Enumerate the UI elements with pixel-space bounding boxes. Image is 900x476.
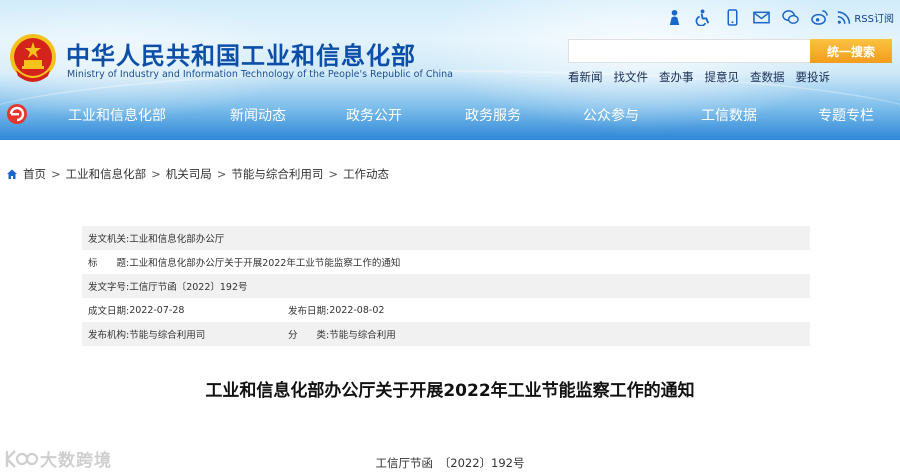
breadcrumb-departments[interactable]: 机关司局	[166, 166, 212, 182]
site-header: 中华人民共和国工业和信息化部 Ministry of Industry and …	[0, 0, 900, 140]
info-row-title: 标 题: 工业和信息化部办公厅关于开展2022年工业节能监察工作的通知	[82, 250, 810, 274]
breadcrumb-energy-dept[interactable]: 节能与综合利用司	[231, 166, 323, 182]
rss-icon[interactable]	[837, 8, 851, 26]
wechat-icon[interactable]	[780, 8, 800, 26]
document-info-table: 发文机关: 工业和信息化部办公厅 标 题: 工业和信息化部办公厅关于开展2022…	[82, 226, 810, 346]
issuer-value: 工业和信息化部办公厅	[129, 234, 225, 245]
info-row-issuer: 发文机关: 工业和信息化部办公厅	[82, 226, 810, 250]
quick-link-complaint[interactable]: 要投诉	[796, 69, 831, 85]
site-subtitle: Ministry of Industry and Information Tec…	[67, 69, 453, 80]
published-date-value: 2022-08-02	[329, 304, 385, 316]
created-date-label: 成文日期:	[88, 306, 130, 317]
site-logo-icon[interactable]	[6, 103, 28, 125]
nav-item-news[interactable]: 新闻动态	[230, 105, 286, 125]
home-icon[interactable]	[6, 168, 18, 180]
breadcrumb-miit[interactable]: 工业和信息化部	[66, 166, 147, 182]
info-row-dates: 成文日期: 2022-07-28 发布日期: 2022-08-02	[82, 298, 810, 322]
quick-link-services[interactable]: 查办事	[659, 69, 694, 85]
accessibility-icon[interactable]	[693, 8, 713, 26]
breadcrumb-separator: >	[151, 167, 161, 181]
elderly-mode-icon[interactable]	[664, 8, 684, 26]
category-value: 节能与综合利用	[329, 330, 396, 341]
published-date-label: 发布日期:	[288, 306, 330, 317]
breadcrumb-separator: >	[328, 167, 339, 181]
quick-link-files[interactable]: 找文件	[614, 69, 649, 85]
watermark: 大数跨境	[4, 446, 112, 471]
rss-link[interactable]: RSS订阅	[854, 10, 894, 25]
info-row-org: 发布机构: 节能与综合利用司 分 类: 节能与综合利用	[82, 322, 810, 346]
quick-link-feedback[interactable]: 提意见	[705, 69, 740, 85]
watermark-text: 大数跨境	[40, 451, 112, 471]
nav-item-public-participation[interactable]: 公众参与	[583, 105, 639, 125]
title-value: 工业和信息化部办公厅关于开展2022年工业节能监察工作的通知	[129, 258, 401, 269]
main-nav: 工业和信息化部 新闻动态 政务公开 政务服务 公众参与 工信数据 专题专栏	[0, 99, 900, 131]
weibo-icon[interactable]	[809, 8, 829, 26]
docno-value: 工信厅节函〔2022〕192号	[129, 282, 248, 293]
search-input[interactable]	[568, 39, 811, 63]
issuer-label: 发文机关:	[88, 234, 130, 245]
quick-links: 看新闻 找文件 查办事 提意见 查数据 要投诉	[568, 69, 841, 85]
title-label: 标 题:	[88, 258, 130, 269]
nav-item-miit[interactable]: 工业和信息化部	[68, 105, 166, 125]
nav-item-data[interactable]: 工信数据	[701, 105, 757, 125]
category-label: 分 类:	[288, 330, 330, 341]
nav-item-gov-affairs[interactable]: 政务公开	[346, 105, 402, 125]
created-date-value: 2022-07-28	[129, 304, 185, 316]
breadcrumb-work-news[interactable]: 工作动态	[343, 166, 389, 182]
breadcrumb: 首页 > 工业和信息化部 > 机关司局 > 节能与综合利用司 > 工作动态	[6, 166, 389, 182]
docno-label: 发文字号:	[88, 282, 130, 293]
national-emblem-icon[interactable]	[8, 32, 58, 84]
info-row-docno: 发文字号: 工信厅节函〔2022〕192号	[82, 274, 810, 298]
org-value: 节能与综合利用司	[129, 330, 206, 341]
article-title: 工业和信息化部办公厅关于开展2022年工业节能监察工作的通知	[205, 381, 695, 401]
article-doc-number: 工信厅节函 〔2022〕192号	[375, 456, 525, 470]
org-label: 发布机构:	[88, 330, 130, 341]
mail-icon[interactable]	[751, 8, 771, 26]
site-title[interactable]: 中华人民共和国工业和信息化部	[66, 36, 416, 71]
breadcrumb-separator: >	[51, 167, 61, 181]
mobile-icon[interactable]	[722, 8, 742, 26]
top-icon-bar: RSS订阅	[655, 8, 894, 26]
quick-link-data[interactable]: 查数据	[750, 69, 785, 85]
nav-item-gov-services[interactable]: 政务服务	[465, 105, 521, 125]
breadcrumb-home[interactable]: 首页	[23, 166, 46, 182]
search-button[interactable]: 统一搜索	[810, 39, 892, 63]
nav-item-topics[interactable]: 专题专栏	[818, 105, 874, 125]
watermark-logo-icon	[5, 449, 38, 468]
breadcrumb-separator: >	[216, 167, 227, 181]
quick-link-news[interactable]: 看新闻	[568, 69, 603, 85]
